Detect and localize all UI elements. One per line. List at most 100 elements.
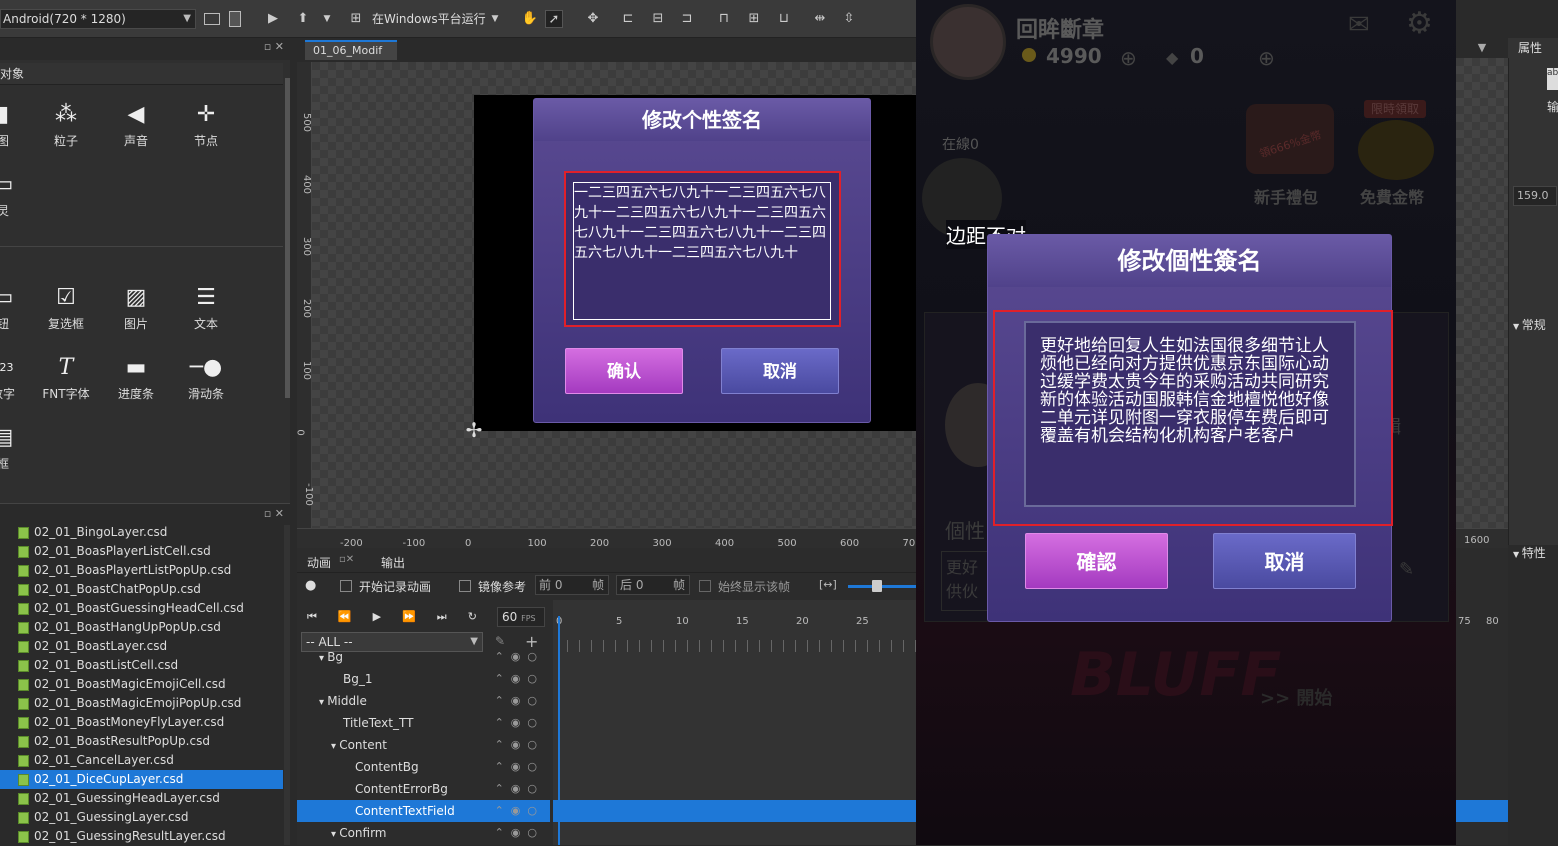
fps-input[interactable]: 60 FPS: [497, 607, 545, 627]
preview-confirm-button[interactable]: 確認: [1025, 533, 1168, 589]
object-item-sprite[interactable]: ▭ 灵: [0, 168, 33, 219]
section-general[interactable]: ▼ 常规: [1513, 316, 1546, 333]
file-item[interactable]: 02_01_BoastHangUpPopUp.csd: [0, 618, 283, 637]
record-icon[interactable]: ●: [305, 578, 316, 593]
loop-icon[interactable]: ↻: [468, 610, 498, 623]
object-item-particle[interactable]: ⁂ 粒子: [36, 98, 96, 149]
landscape-icon[interactable]: [204, 13, 220, 25]
always-show-checkbox[interactable]: [699, 580, 711, 592]
visibility-lock-icons[interactable]: ⌃◉○: [495, 668, 544, 690]
mirror-checkbox[interactable]: [459, 580, 471, 592]
next-frames-input[interactable]: 后 0 帧: [616, 575, 690, 595]
file-item[interactable]: 02_01_BoastLayer.csd: [0, 637, 283, 656]
section-feature[interactable]: ▼ 特性: [1513, 544, 1546, 561]
tree-node[interactable]: ▾ Middle ⌃◉○: [297, 690, 550, 712]
file-item[interactable]: 02_01_BoasPlayerListCell.csd: [0, 542, 283, 561]
chevron-down-icon[interactable]: ▼: [486, 10, 504, 28]
tab-output[interactable]: 输出: [381, 554, 405, 571]
prev-frames-input[interactable]: 前 0 帧: [535, 575, 609, 595]
object-item-frame[interactable]: ▤ 框: [0, 421, 33, 472]
editor-tab[interactable]: 01_06_Modif ✕: [305, 40, 397, 75]
tree-node[interactable]: ▾ Bg ⌃◉○: [297, 646, 550, 668]
file-list-scrollbar[interactable]: [284, 525, 290, 845]
object-item-number[interactable]: 123 数字: [0, 351, 33, 402]
tree-node[interactable]: ContentTextField ⌃◉○: [297, 800, 550, 822]
object-item-picture[interactable]: ▨ 图片: [106, 281, 166, 332]
file-item[interactable]: 02_01_BoastMagicEmojiPopUp.csd: [0, 694, 283, 713]
first-frame-icon[interactable]: ⏮: [307, 610, 338, 623]
visibility-lock-icons[interactable]: ⌃◉○: [495, 646, 544, 668]
record-checkbox[interactable]: [340, 580, 352, 592]
visibility-lock-icons[interactable]: ⌃◉○: [495, 800, 544, 822]
close-icon[interactable]: ▫✕: [339, 554, 354, 565]
input-icon[interactable]: ab: [1547, 68, 1558, 90]
prev-frame-icon[interactable]: ⏪: [338, 610, 373, 623]
tree-node[interactable]: TitleText_TT ⌃◉○: [297, 712, 550, 734]
confirm-button[interactable]: 确认: [565, 348, 683, 394]
file-item[interactable]: 02_01_BoastChatPopUp.csd: [0, 580, 283, 599]
align-bottom-icon[interactable]: ⊔: [775, 10, 793, 28]
pointer-icon[interactable]: ➚: [545, 10, 563, 28]
last-frame-icon[interactable]: ⏭: [437, 610, 468, 623]
add-coin-icon[interactable]: ⊕: [1120, 46, 1137, 70]
file-item[interactable]: 02_01_BoastMagicEmojiCell.csd: [0, 675, 283, 694]
play-icon[interactable]: ▶: [373, 610, 402, 623]
next-frame-icon[interactable]: ⏩: [402, 610, 437, 623]
align-center-icon[interactable]: ⊟: [649, 10, 667, 28]
publish-icon[interactable]: ⬆: [294, 10, 312, 28]
file-item[interactable]: 02_01_BoastListCell.csd: [0, 656, 283, 675]
portrait-icon[interactable]: [229, 11, 241, 27]
file-item[interactable]: 02_01_BoastMoneyFlyLayer.csd: [0, 713, 283, 732]
align-middle-icon[interactable]: ⊞: [745, 10, 763, 28]
chevron-down-icon[interactable]: ▼: [1456, 38, 1508, 58]
object-item-progress[interactable]: ▬ 进度条: [106, 351, 166, 402]
object-item-button[interactable]: ▭ 钮: [0, 281, 33, 332]
expand-arrow-icon[interactable]: ▾: [319, 697, 327, 708]
distribute-v-icon[interactable]: ⇳: [840, 10, 858, 28]
align-left-icon[interactable]: ⊏: [619, 10, 637, 28]
file-item[interactable]: 02_01_DiceCupLayer.csd: [0, 770, 283, 789]
visibility-lock-icons[interactable]: ⌃◉○: [495, 756, 544, 778]
visibility-lock-icons[interactable]: ⌃◉○: [495, 822, 544, 844]
tab-animation[interactable]: 动画: [307, 554, 331, 571]
expand-arrow-icon[interactable]: ▾: [331, 741, 339, 752]
file-item[interactable]: 02_01_BingoLayer.csd: [0, 523, 283, 542]
visibility-lock-icons[interactable]: ⌃◉○: [495, 690, 544, 712]
expand-arrow-icon[interactable]: ▾: [331, 829, 339, 840]
file-item[interactable]: 02_01_GuessingLayer.csd: [0, 808, 283, 827]
mail-icon[interactable]: ✉: [1348, 10, 1370, 40]
preview-cancel-button[interactable]: 取消: [1213, 533, 1356, 589]
pencil-icon[interactable]: ✎: [1399, 559, 1414, 580]
visibility-lock-icons[interactable]: ⌃◉○: [495, 712, 544, 734]
file-item[interactable]: 02_01_CancelLayer.csd: [0, 751, 283, 770]
file-item[interactable]: 02_01_GuessingHeadLayer.csd: [0, 789, 283, 808]
property-value-input[interactable]: 159.0: [1513, 186, 1557, 206]
file-item[interactable]: 02_01_GuessingResultLayer.csd: [0, 827, 283, 846]
hand-icon[interactable]: ✋: [521, 10, 539, 28]
tree-node[interactable]: ▾ Confirm ⌃◉○: [297, 822, 550, 844]
align-top-icon[interactable]: ⊓: [715, 10, 733, 28]
file-item[interactable]: 02_01_BoastGuessingHeadCell.csd: [0, 599, 283, 618]
anchor-move-icon[interactable]: ✢: [459, 415, 489, 445]
promo2-icon[interactable]: [1358, 120, 1434, 180]
file-item[interactable]: 02_01_BoasPlayertListPopUp.csd: [0, 561, 283, 580]
align-right-icon[interactable]: ⊐: [678, 10, 696, 28]
visibility-lock-icons[interactable]: ⌃◉○: [495, 734, 544, 756]
tree-node[interactable]: ContentErrorBg ⌃◉○: [297, 778, 550, 800]
object-item-slider[interactable]: ─● 滑动条: [176, 351, 236, 402]
tree-node[interactable]: Bg_1 ⌃◉○: [297, 668, 550, 690]
tree-node[interactable]: ContentBg ⌃◉○: [297, 756, 550, 778]
close-icon[interactable]: ▫ ✕: [264, 507, 284, 520]
chevron-down-icon[interactable]: ▼: [318, 10, 336, 28]
zoom-slider[interactable]: [848, 585, 916, 588]
object-item-image[interactable]: ▮ 图: [0, 98, 33, 149]
object-item-checkbox[interactable]: ☑ 复选框: [36, 281, 96, 332]
expand-arrow-icon[interactable]: ▾: [319, 653, 327, 664]
start-text[interactable]: >> 開始: [1260, 684, 1332, 710]
object-item-fnt[interactable]: T FNT字体: [36, 351, 96, 402]
visibility-lock-icons[interactable]: ⌃◉○: [495, 778, 544, 800]
close-icon[interactable]: ▫ ✕: [264, 40, 284, 53]
tree-node[interactable]: ▾ Content ⌃◉○: [297, 734, 550, 756]
gear-icon[interactable]: ⚙: [1406, 6, 1433, 41]
run-platform-select[interactable]: 在Windows平台运行: [372, 10, 486, 27]
